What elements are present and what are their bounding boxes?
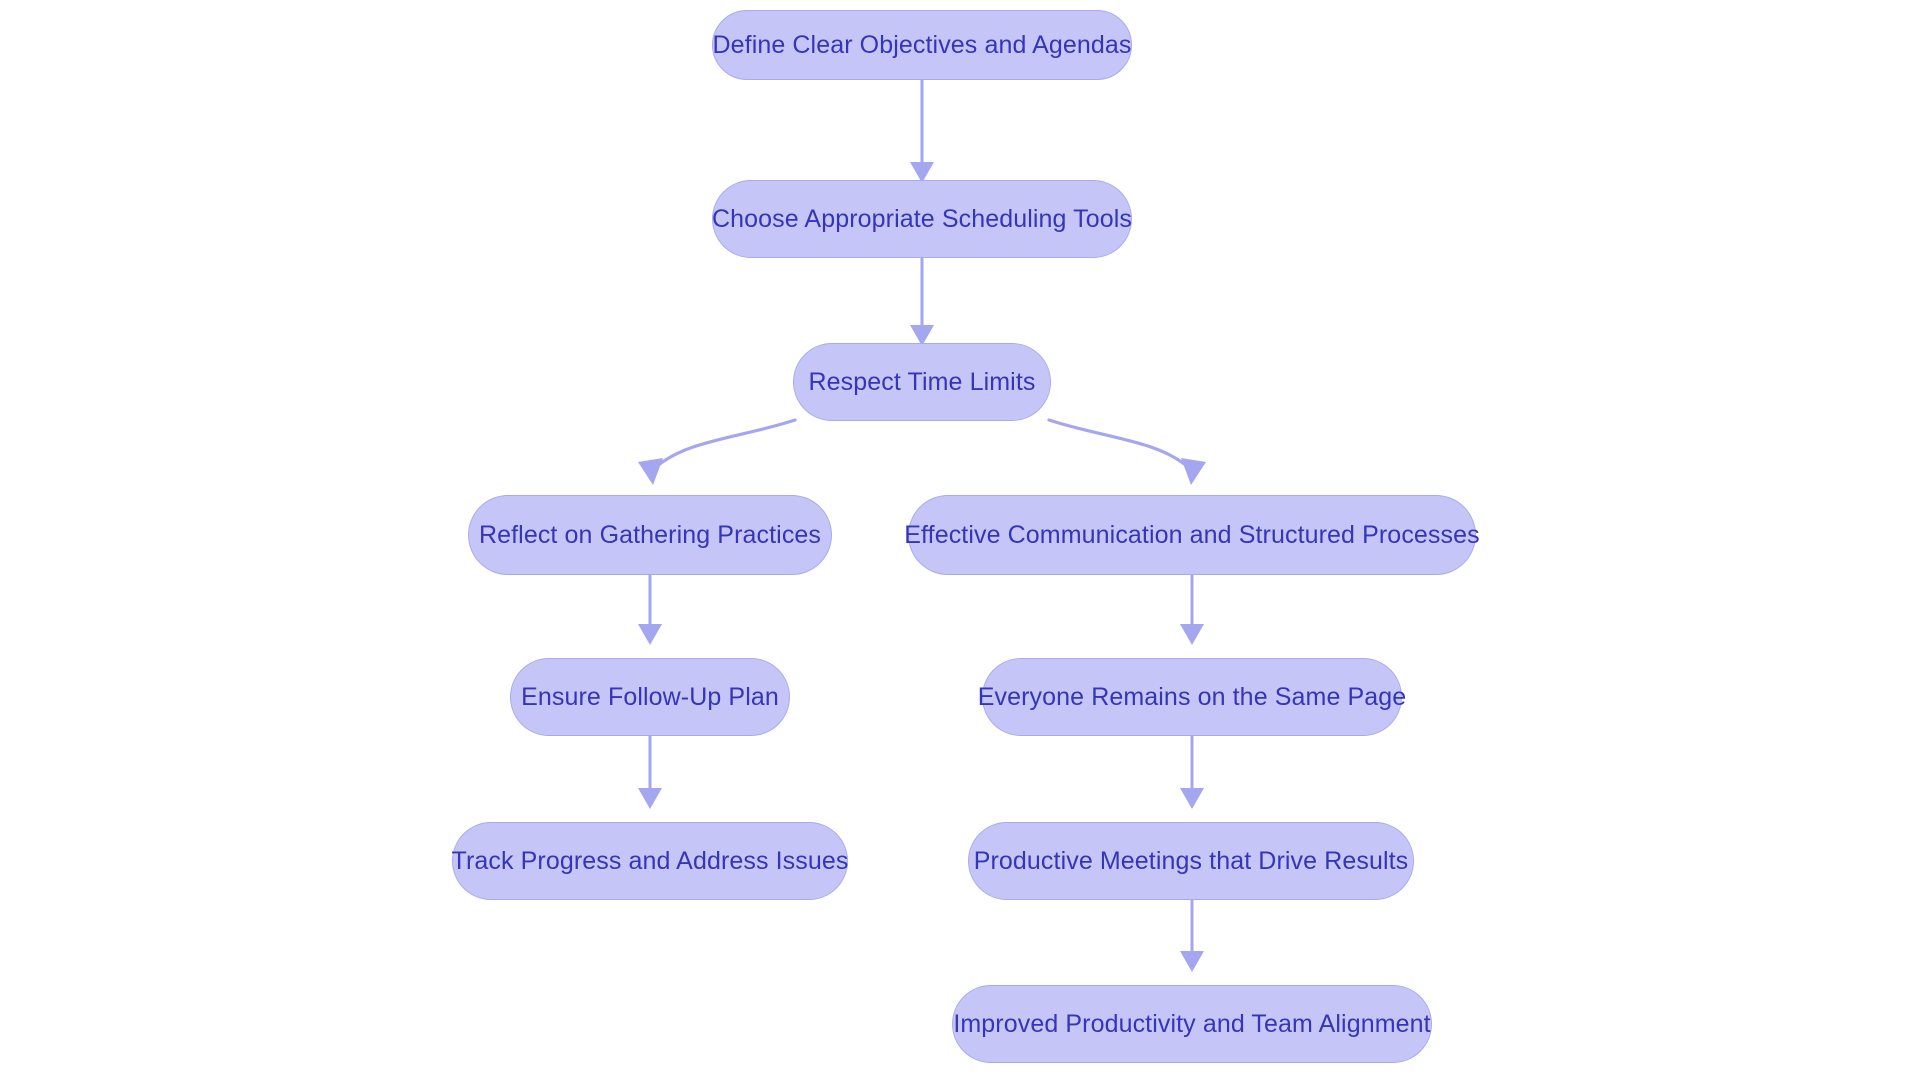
- node-label: Choose Appropriate Scheduling Tools: [712, 204, 1132, 233]
- node-label: Define Clear Objectives and Agendas: [712, 30, 1132, 59]
- flowchart-canvas: Define Clear Objectives and Agendas Choo…: [0, 0, 1920, 1080]
- edge-choose-tools-to-respect-time-limits: [910, 258, 934, 346]
- node-label: Reflect on Gathering Practices: [478, 520, 822, 549]
- edge-productive-meetings-to-improved-productivity: [1180, 900, 1204, 972]
- node-define-clear-objectives-and-agendas[interactable]: Define Clear Objectives and Agendas: [712, 10, 1132, 80]
- node-choose-appropriate-scheduling-tools[interactable]: Choose Appropriate Scheduling Tools: [712, 180, 1132, 258]
- node-label: Track Progress and Address Issues: [451, 846, 849, 875]
- edge-same-page-to-productive-meetings: [1180, 736, 1204, 809]
- edge-effective-communication-to-same-page: [1180, 575, 1204, 645]
- node-improved-productivity-and-team-alignment[interactable]: Improved Productivity and Team Alignment: [952, 985, 1432, 1063]
- node-effective-communication-and-structured-processes[interactable]: Effective Communication and Structured P…: [904, 495, 1480, 575]
- node-ensure-follow-up-plan[interactable]: Ensure Follow-Up Plan: [510, 658, 790, 736]
- node-label: Ensure Follow-Up Plan: [521, 682, 779, 711]
- edge-respect-time-limits-to-reflect-practices: [638, 418, 797, 485]
- node-everyone-remains-on-the-same-page[interactable]: Everyone Remains on the Same Page: [978, 658, 1406, 736]
- node-label: Improved Productivity and Team Alignment: [953, 1009, 1431, 1038]
- edge-respect-time-limits-to-effective-communication: [1047, 418, 1206, 485]
- node-label: Respect Time Limits: [808, 367, 1036, 396]
- node-reflect-on-gathering-practices[interactable]: Reflect on Gathering Practices: [468, 495, 832, 575]
- node-label: Effective Communication and Structured P…: [904, 520, 1480, 549]
- node-respect-time-limits[interactable]: Respect Time Limits: [793, 343, 1051, 421]
- node-label: Everyone Remains on the Same Page: [977, 682, 1407, 711]
- node-label: Productive Meetings that Drive Results: [973, 846, 1409, 875]
- node-track-progress-and-address-issues[interactable]: Track Progress and Address Issues: [452, 822, 848, 900]
- edge-define-objectives-to-choose-tools: [910, 80, 934, 183]
- edge-ensure-followup-to-track-progress: [638, 736, 662, 809]
- edge-reflect-practices-to-ensure-followup: [638, 575, 662, 645]
- node-productive-meetings-that-drive-results[interactable]: Productive Meetings that Drive Results: [968, 822, 1414, 900]
